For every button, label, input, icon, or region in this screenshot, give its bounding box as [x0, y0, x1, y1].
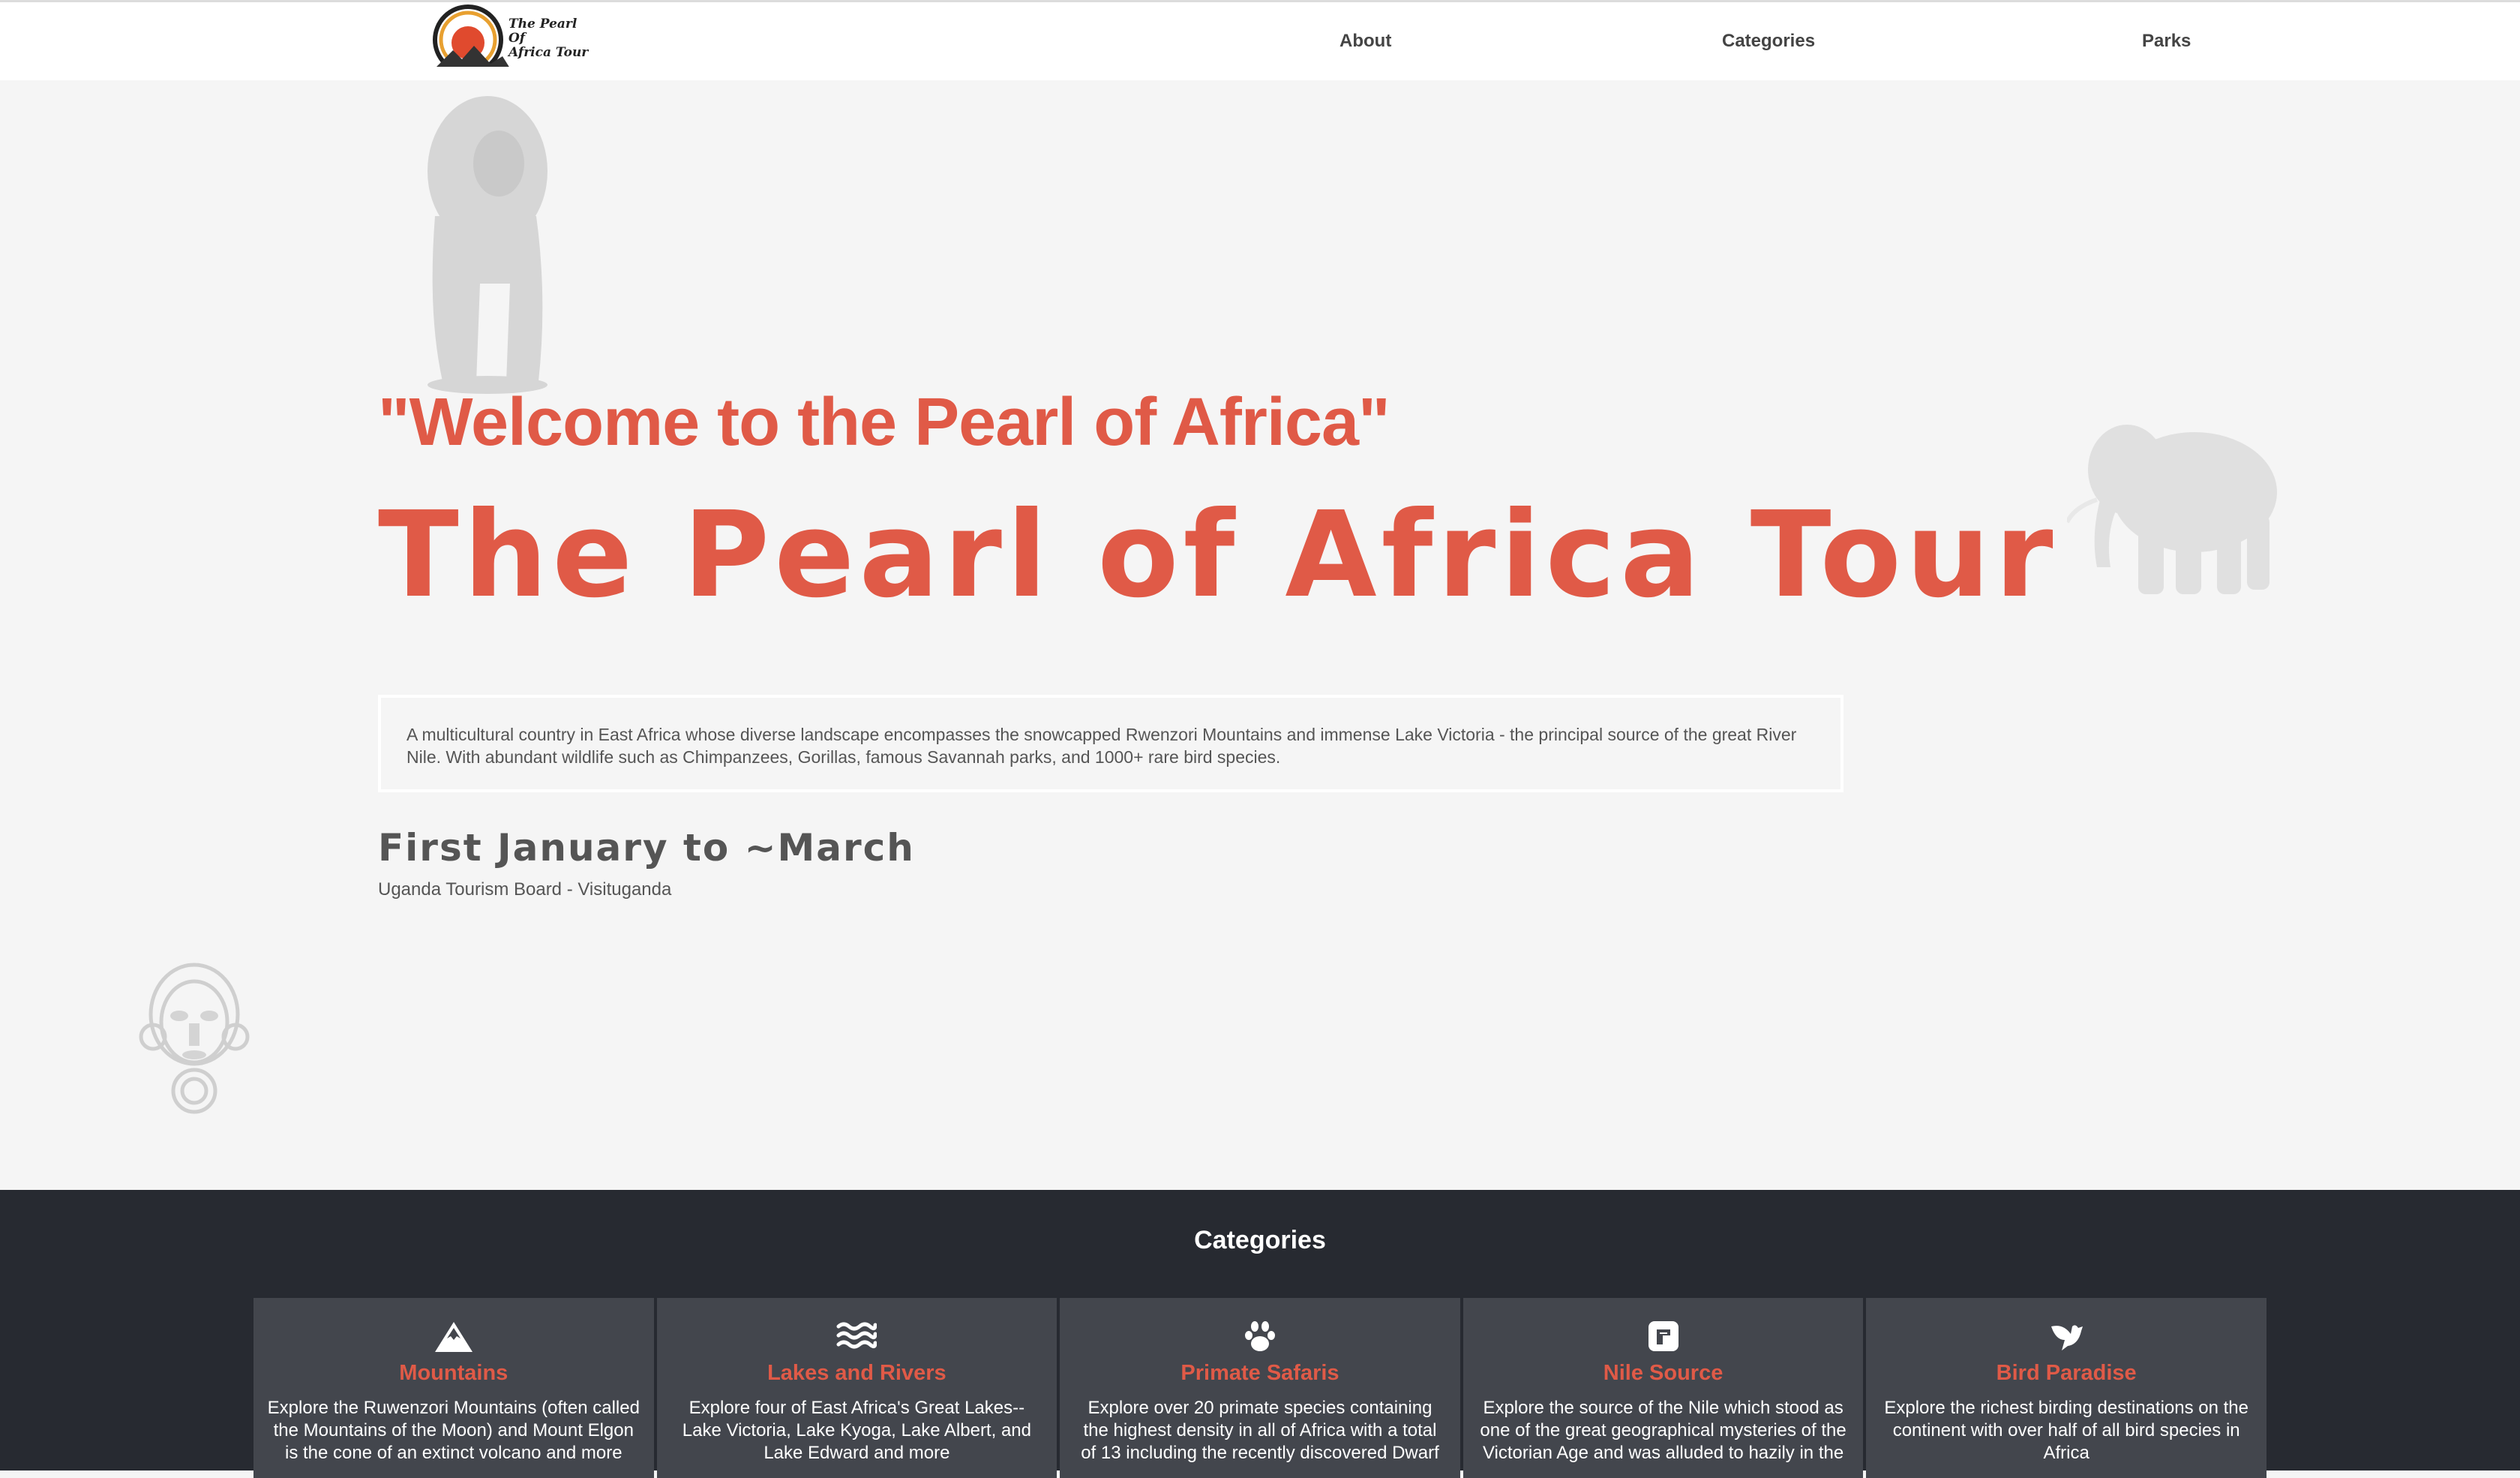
card-title: Lakes and Rivers [767, 1361, 946, 1385]
card-text: Explore the source of the Nile which sto… [1480, 1398, 1846, 1463]
category-card-primates[interactable]: Primate Safaris Explore over 20 primate … [1060, 1298, 1460, 1478]
water-icon [836, 1322, 878, 1349]
nav-parks-link[interactable]: Parks [2142, 31, 2191, 52]
category-card-mountains[interactable]: Mountains Explore the Ruwenzori Mountain… [254, 1298, 654, 1478]
card-title: Nile Source [1603, 1361, 1724, 1385]
category-cards: Mountains Explore the Ruwenzori Mountain… [254, 1298, 2266, 1478]
logo-text: The Pearl Of Africa Tour [508, 17, 591, 60]
card-text: Explore the richest birding destinations… [1884, 1398, 2248, 1463]
mountain-icon [434, 1322, 472, 1352]
elephant-image [2067, 425, 2277, 594]
paw-icon [1244, 1321, 1275, 1351]
categories-section: Categories Mountains Explore the Ruwenzo… [0, 1190, 2520, 1478]
welcome-heading: "Welcome to the Pearl of Africa" [378, 385, 1390, 460]
source-credit: Uganda Tourism Board - Visituganda [378, 879, 672, 900]
nav-categories-link[interactable]: Categories [1722, 31, 1815, 52]
nile-source-icon [1648, 1321, 1678, 1351]
category-card-nile[interactable]: Nile Source Explore the source of the Ni… [1462, 1298, 1864, 1478]
dove-icon [2051, 1325, 2084, 1350]
category-card-lakes[interactable]: Lakes and Rivers Explore four of East Af… [656, 1298, 1058, 1478]
lion-image [428, 96, 548, 394]
sunrise-logo-icon [430, 5, 513, 76]
card-text: Explore over 20 primate species containi… [1081, 1398, 1439, 1463]
categories-heading: Categories [1194, 1226, 1326, 1254]
nav-about-link[interactable]: About [1340, 31, 1391, 52]
card-title: Mountains [399, 1361, 508, 1385]
site-logo[interactable]: The Pearl Of Africa Tour [430, 4, 588, 76]
top-navbar: The Pearl Of Africa Tour About Categorie… [0, 0, 2520, 80]
description-text: A multicultural country in East Africa w… [406, 725, 1797, 767]
card-title: Primate Safaris [1180, 1361, 1340, 1385]
logo-text-line1: The Pearl Of [508, 17, 578, 46]
card-text: Explore the Ruwenzori Mountains (often c… [267, 1398, 640, 1463]
tribal-mask-image [139, 963, 250, 1114]
category-card-birds[interactable]: Bird Paradise Explore the richest birdin… [1866, 1298, 2266, 1478]
description-box: A multicultural country in East Africa w… [378, 695, 1844, 792]
card-title: Bird Paradise [1996, 1361, 2137, 1385]
tour-dates: First January to ~March [378, 826, 915, 870]
card-text: Explore four of East Africa's Great Lake… [682, 1398, 1031, 1463]
logo-text-line2: Africa Tour [508, 45, 589, 60]
page-title: The Pearl of Africa Tour [378, 486, 2058, 624]
